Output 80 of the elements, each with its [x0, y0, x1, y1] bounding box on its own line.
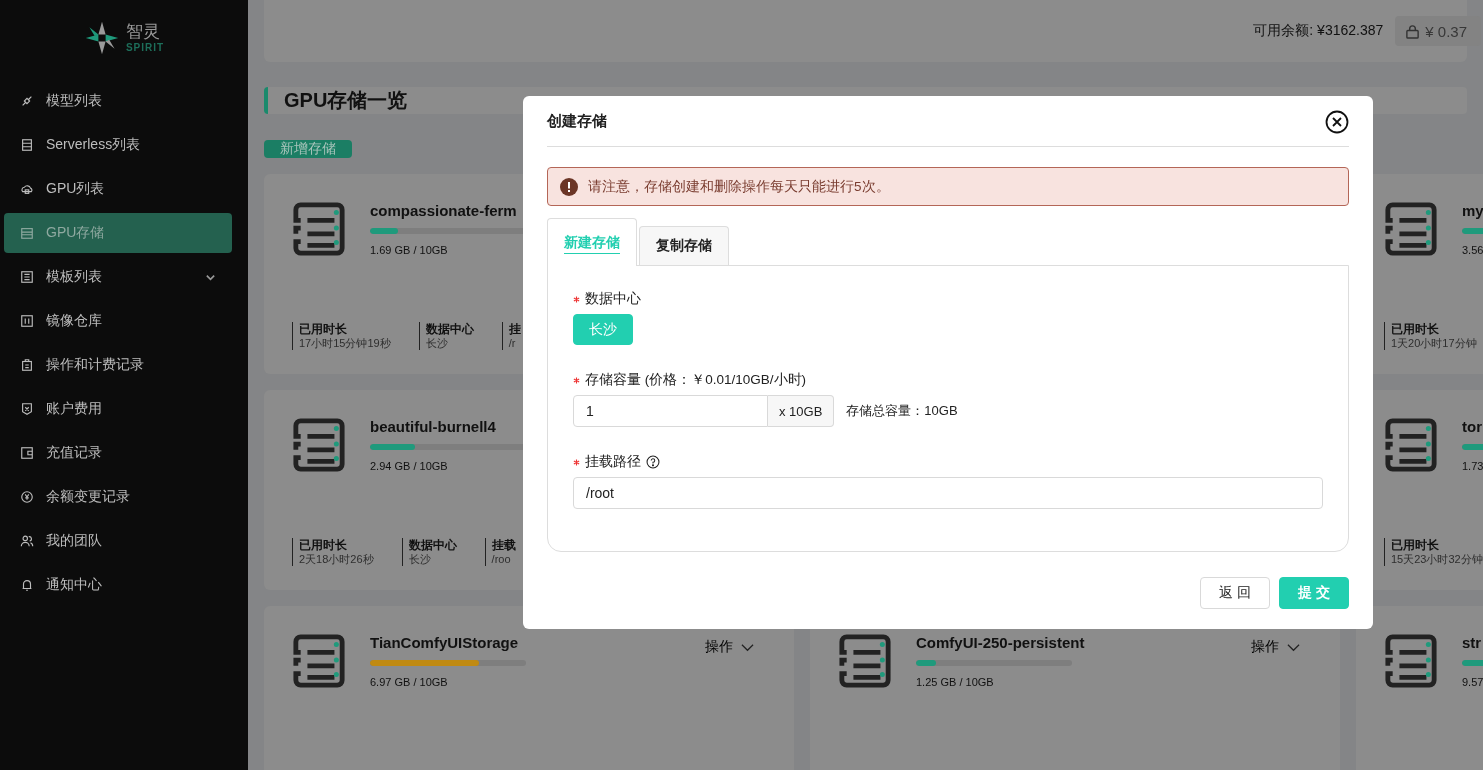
usage-text: 9.57	[1462, 676, 1483, 688]
storage-name: ComfyUI-250-persistent	[916, 634, 1085, 651]
server-icon	[1384, 418, 1438, 472]
sidebar-item[interactable]: 模型列表	[4, 81, 232, 121]
sidebar-item[interactable]: 充值记录	[4, 433, 232, 473]
bell-icon	[20, 578, 34, 592]
document-icon	[20, 270, 34, 284]
alert-text: 请注意，存储创建和删除操作每天只能进行5次。	[588, 177, 890, 196]
stat-label: 已用时长	[1391, 538, 1440, 553]
server-icon	[838, 634, 892, 688]
stat-label: 挂	[508, 322, 521, 337]
list-icon	[20, 138, 34, 152]
people-icon	[20, 534, 34, 548]
stat-label: 已用时长	[299, 322, 348, 337]
action-dropdown[interactable]: 操作	[705, 634, 754, 660]
sidebar-item[interactable]: 操作和计费记录	[4, 345, 232, 385]
building-icon	[20, 358, 34, 372]
stat-value: 长沙	[408, 552, 432, 566]
storage-name: TianComfyUIStorage	[370, 634, 519, 651]
field-label: 数据中心	[585, 290, 641, 308]
stat-label: 已用时长	[1391, 322, 1440, 337]
stat-label: 挂载	[491, 538, 516, 553]
stat-value: 长沙	[425, 336, 449, 350]
usage-text: 6.97 GB / 10GB	[370, 676, 448, 688]
stat-value: 1天20小时17分钟	[1391, 336, 1477, 350]
capacity-input[interactable]: 1	[573, 395, 768, 427]
balance-text: 可用余额: ¥3162.387	[1253, 22, 1384, 40]
server-icon	[292, 202, 346, 256]
field-label: 存储容量 (价格：￥0.01/10GB/小时)	[585, 371, 807, 389]
lock-icon	[1405, 23, 1421, 39]
stat-value: 15天23小时32分钟	[1391, 552, 1483, 566]
usage-text: 2.94 GB / 10GB	[370, 460, 448, 472]
sidebar-item[interactable]: 账户费用	[4, 389, 232, 429]
stat-label: 数据中心	[425, 322, 474, 337]
back-button[interactable]: 返 回	[1200, 577, 1271, 609]
mount-path-input[interactable]: /root	[573, 477, 1323, 509]
total-capacity-text: 存储总容量：10GB	[846, 402, 958, 420]
link-icon	[20, 94, 34, 108]
server-icon	[1384, 202, 1438, 256]
storage-name: beautiful-burnell4	[370, 418, 496, 435]
dialog-title: 创建存储	[547, 112, 607, 131]
storage-name: my	[1462, 202, 1483, 219]
stat-label: 数据中心	[408, 538, 457, 553]
server-icon	[292, 418, 346, 472]
page-title: GPU存储一览	[284, 88, 408, 113]
sidebar-item[interactable]: GPU列表	[4, 169, 232, 209]
sidebar-item[interactable]: 镜像仓库	[4, 301, 232, 341]
action-dropdown[interactable]: 操作	[1251, 634, 1300, 660]
cloud-icon	[20, 182, 34, 196]
sidebar-item[interactable]: 模板列表	[4, 257, 232, 297]
server-icon	[1384, 634, 1438, 688]
yen-icon	[20, 490, 34, 504]
field-label: 挂载路径	[585, 453, 641, 471]
server-icon	[292, 634, 346, 688]
logo-subtitle: SPIRIT	[125, 43, 165, 53]
wallet-icon	[20, 446, 34, 460]
storage-name: tor	[1462, 418, 1482, 435]
usage-text: 1.69 GB / 10GB	[370, 244, 448, 256]
usage-text: 3.56	[1462, 244, 1483, 256]
storage-name: compassionate-ferm	[370, 202, 517, 219]
sidebar-item[interactable]: 余额变更记录	[4, 477, 232, 517]
warning-icon	[560, 177, 578, 196]
tab[interactable]: 复制存储	[639, 226, 729, 265]
sidebar-item[interactable]: 通知中心	[4, 565, 232, 605]
sidebar-item[interactable]: Serverless列表	[4, 125, 232, 165]
stat-value: /roo	[491, 552, 512, 566]
usage-text: 1.73	[1462, 460, 1483, 472]
usage-text: 1.25 GB / 10GB	[916, 676, 994, 688]
stat-value: /r	[508, 336, 517, 350]
shield-icon	[20, 402, 34, 416]
close-icon[interactable]	[1325, 109, 1349, 134]
stat-value: 2天18小时26秒	[299, 552, 374, 566]
unit-addon: x 10GB	[768, 395, 835, 427]
stat-value: 17小时15分钟19秒	[299, 336, 391, 350]
drawer-icon	[20, 226, 34, 240]
stat-label: 已用时长	[299, 538, 348, 553]
storage-name: str	[1462, 634, 1482, 651]
logo-name: 智灵	[125, 23, 161, 40]
frame-icon	[20, 314, 34, 328]
sidebar-item[interactable]: 我的团队	[4, 521, 232, 561]
